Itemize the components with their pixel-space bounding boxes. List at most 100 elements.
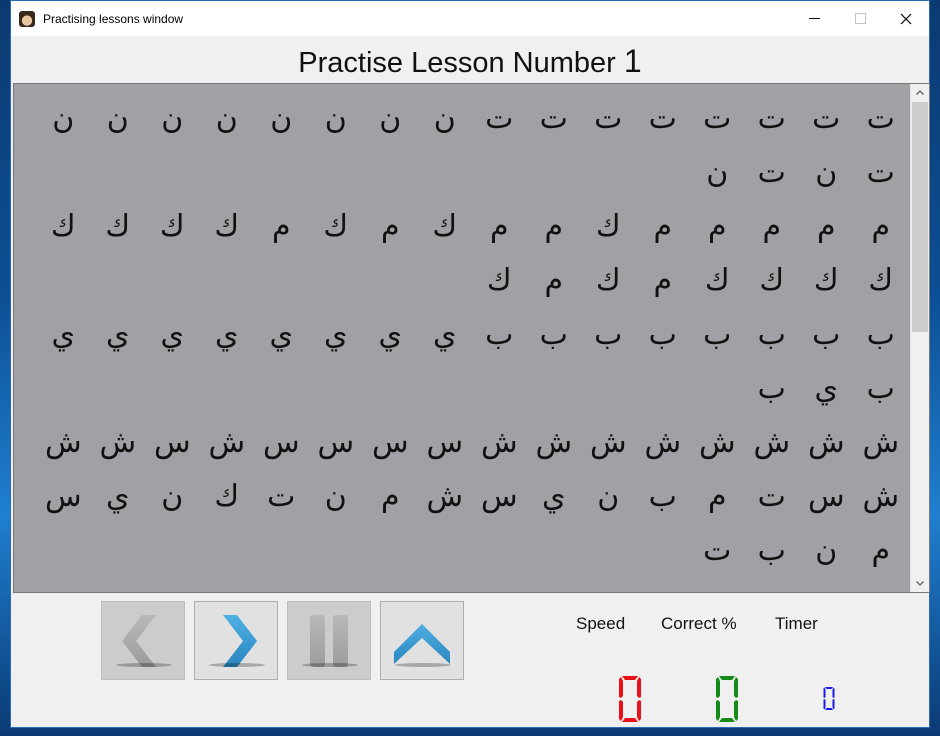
button-shadow bbox=[209, 663, 265, 667]
lesson-character: ن bbox=[161, 479, 184, 514]
chevron-right-icon bbox=[223, 614, 257, 667]
up-button[interactable] bbox=[380, 601, 464, 680]
lesson-character: م bbox=[653, 263, 673, 298]
segment-e bbox=[716, 700, 720, 721]
correct-percent-label: Correct % bbox=[661, 614, 737, 633]
scrollbar-thumb[interactable] bbox=[912, 102, 928, 332]
lesson-character: ك bbox=[50, 209, 76, 244]
lesson-line: ببببببببييييييييبيب bbox=[34, 308, 908, 416]
previous-button[interactable] bbox=[101, 601, 185, 680]
scroll-down-button[interactable] bbox=[911, 575, 929, 592]
lesson-character: ب bbox=[648, 479, 677, 514]
segment-a bbox=[622, 676, 638, 680]
lesson-character: ي bbox=[433, 317, 457, 352]
navigation-controls bbox=[101, 601, 464, 680]
lesson-character: ت bbox=[539, 101, 568, 136]
segment-a bbox=[825, 687, 833, 689]
lesson-character: م bbox=[762, 209, 782, 244]
practising-lessons-window: Practising lessons window Practise Lesso… bbox=[10, 0, 930, 728]
app-icon bbox=[19, 10, 35, 27]
lesson-character: ن bbox=[706, 155, 729, 190]
lesson-character: ك bbox=[432, 209, 458, 244]
lesson-character: س bbox=[371, 425, 409, 460]
lesson-character: س bbox=[44, 479, 82, 514]
maximize-icon bbox=[854, 13, 866, 24]
lesson-character: ك bbox=[704, 263, 730, 298]
lesson-character: س bbox=[153, 425, 191, 460]
lesson-line: تتتتتتتتننننننننتنتن bbox=[34, 92, 908, 200]
button-shadow bbox=[116, 663, 172, 667]
vertical-scrollbar[interactable] bbox=[910, 84, 929, 592]
segment-d bbox=[825, 708, 833, 710]
lesson-character: ت bbox=[866, 101, 895, 136]
lesson-character: ت bbox=[866, 155, 895, 190]
page-title-label: Practise Lesson Number bbox=[298, 47, 616, 79]
segment-e bbox=[619, 700, 623, 721]
lesson-character: م bbox=[707, 209, 727, 244]
lesson-character: س bbox=[807, 479, 845, 514]
lesson-line: ششششششششسسسسشسشش bbox=[34, 416, 908, 470]
lesson-character: ك bbox=[595, 209, 621, 244]
lesson-character: ك bbox=[105, 209, 131, 244]
lesson-character: ي bbox=[106, 317, 130, 352]
chevron-up-icon bbox=[916, 90, 924, 95]
lesson-character: ن bbox=[270, 101, 293, 136]
lesson-character: ش bbox=[589, 425, 627, 460]
lesson-character: م bbox=[271, 209, 291, 244]
title-bar[interactable]: Practising lessons window bbox=[11, 1, 929, 36]
lesson-character: ن bbox=[324, 101, 347, 136]
lesson-character: ي bbox=[324, 317, 348, 352]
lesson-character: ب bbox=[812, 317, 841, 352]
maximize-button[interactable] bbox=[837, 1, 883, 36]
lesson-character: ش bbox=[208, 425, 246, 460]
lesson-character: ب bbox=[485, 317, 514, 352]
chevron-down-icon bbox=[916, 581, 924, 586]
segment-c bbox=[734, 700, 738, 721]
lesson-character: ت bbox=[485, 101, 514, 136]
next-button[interactable] bbox=[194, 601, 278, 680]
segment-d bbox=[622, 718, 638, 722]
lesson-character: ي bbox=[160, 317, 184, 352]
lesson-character: ك bbox=[595, 263, 621, 298]
lesson-character: ن bbox=[161, 101, 184, 136]
close-button[interactable] bbox=[883, 1, 929, 36]
lesson-character: م bbox=[380, 479, 400, 514]
lesson-line: مممممكممكمكمككككككككمكمك bbox=[34, 200, 908, 308]
lesson-character: ن bbox=[433, 101, 456, 136]
lesson-character: ب bbox=[866, 317, 895, 352]
correct-percent-display bbox=[716, 676, 738, 722]
lesson-character: ب bbox=[539, 317, 568, 352]
segment-b bbox=[832, 687, 835, 698]
segment-c bbox=[637, 700, 641, 721]
lesson-character: ب bbox=[594, 317, 623, 352]
lesson-character: ت bbox=[648, 101, 677, 136]
lesson-character: ت bbox=[757, 101, 786, 136]
segment-c bbox=[832, 699, 835, 710]
minimize-button[interactable] bbox=[791, 1, 837, 36]
lesson-character: ت bbox=[812, 101, 841, 136]
page-title: Practise Lesson Number 1 bbox=[11, 41, 929, 81]
lesson-character: م bbox=[489, 209, 509, 244]
lesson-character: م bbox=[544, 209, 564, 244]
lesson-character: ي bbox=[51, 317, 75, 352]
lesson-character: ي bbox=[106, 479, 130, 514]
lesson-character: م bbox=[871, 533, 891, 568]
lesson-character: ك bbox=[868, 263, 894, 298]
timer-label: Timer bbox=[775, 614, 818, 633]
segment-b bbox=[734, 677, 738, 698]
lesson-character: ب bbox=[703, 317, 732, 352]
lesson-character: م bbox=[816, 209, 836, 244]
pause-button[interactable] bbox=[287, 601, 371, 680]
button-shadow bbox=[302, 663, 358, 667]
lesson-line: شستمبنيسشمنتكنيسمنبت bbox=[34, 470, 908, 578]
lesson-character: ت bbox=[757, 155, 786, 190]
minimize-icon bbox=[808, 18, 820, 19]
lesson-character: ن bbox=[215, 101, 238, 136]
lesson-character: ش bbox=[644, 425, 682, 460]
chevron-left-icon bbox=[122, 614, 156, 667]
segment-b bbox=[637, 677, 641, 698]
scroll-up-button[interactable] bbox=[911, 84, 929, 101]
lesson-character: ن bbox=[815, 533, 838, 568]
lesson-character: س bbox=[480, 479, 518, 514]
lesson-text-area[interactable]: تتتتتتتتننننننننتنتن مممممكممكمكمكككككككك… bbox=[13, 83, 930, 593]
